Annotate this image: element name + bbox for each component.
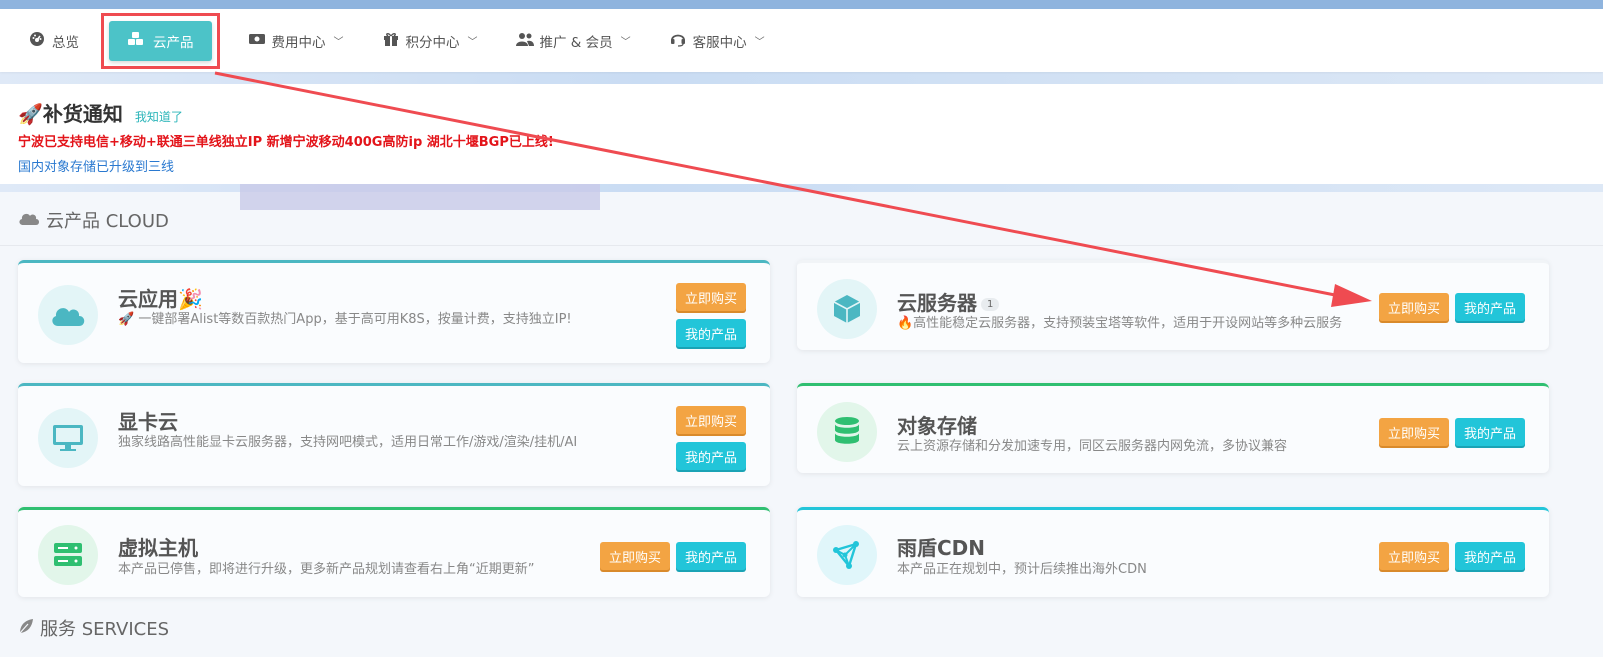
card-description: 🚀 一键部署Alist等数百款热门App，基于高可用K8S，按量计费，支持独立I…	[118, 312, 572, 327]
card-title: 雨盾CDN	[897, 536, 986, 560]
nav-item-overview[interactable]: 总览	[18, 21, 89, 61]
product-card-object-storage: 对象存储 云上资源存储和分发加速专用，同区云服务器内网免流，多协议兼容 立即购买…	[797, 383, 1549, 473]
database-icon	[817, 402, 877, 462]
card-title: 云应用🎉	[118, 287, 203, 311]
chevron-down-icon: ﹀	[333, 37, 344, 48]
monitor-icon	[38, 408, 98, 468]
chevron-down-icon: ﹀	[467, 37, 478, 48]
buy-now-button[interactable]: 立即购买	[1379, 418, 1449, 446]
chevron-down-icon: ﹀	[620, 37, 631, 48]
cloud-icon	[38, 285, 98, 345]
notice-line-secondary: 国内对象存储已升级到三线	[18, 160, 175, 175]
chevron-down-icon: ﹀	[754, 37, 765, 48]
cloud-icon	[18, 210, 40, 231]
card-title: 云服务器 1	[897, 287, 1000, 316]
count-badge: 1	[981, 298, 1000, 311]
nav-item-support[interactable]: 客服中心 ﹀	[659, 21, 775, 61]
my-products-button[interactable]: 我的产品	[676, 542, 746, 570]
product-card-gpu-cloud: 显卡云 独家线路高性能显卡云服务器，支持网吧模式，适用日常工作/游戏/渲染/挂机…	[18, 383, 770, 486]
money-icon	[248, 32, 266, 50]
card-description: 🔥高性能稳定云服务器，支持预装宝塔等软件，适用于开设网站等多种云服务	[897, 316, 1343, 331]
card-description: 云上资源存储和分发加速专用，同区云服务器内网免流，多协议兼容	[897, 439, 1288, 454]
my-products-button[interactable]: 我的产品	[676, 442, 746, 470]
nav-item-points[interactable]: 积分中心 ﹀	[372, 21, 488, 61]
my-products-button[interactable]: 我的产品	[1455, 293, 1525, 321]
card-description: 独家线路高性能显卡云服务器，支持网吧模式，适用日常工作/游戏/渲染/挂机/AI	[118, 435, 578, 450]
nav-item-label: 客服中心	[692, 34, 747, 51]
gift-icon	[382, 31, 400, 51]
card-title: 对象存储	[897, 414, 977, 438]
section-header-cloud: 云产品 CLOUD	[18, 207, 169, 233]
nav-item-billing[interactable]: 费用中心 ﹀	[238, 21, 354, 61]
leaf-icon	[18, 618, 34, 639]
product-card-virtual-host: 虚拟主机 本产品已停售，即将进行升级，更多新产品规划请查看右上角“近期更新” 立…	[18, 507, 770, 597]
cubes-icon	[127, 31, 145, 51]
nav-item-cloud-products[interactable]: 云产品	[109, 20, 212, 61]
product-card-cloud-app: 云应用🎉 🚀 一键部署Alist等数百款热门App，基于高可用K8S，按量计费，…	[18, 260, 770, 363]
my-products-button[interactable]: 我的产品	[1455, 418, 1525, 446]
nav-item-label: 费用中心	[271, 34, 326, 51]
dashboard-icon	[28, 31, 46, 51]
my-products-button[interactable]: 我的产品	[1455, 542, 1525, 570]
nav-item-label: 积分中心	[405, 34, 460, 51]
headset-icon	[669, 31, 687, 51]
users-icon	[515, 31, 534, 51]
nav-item-label: 云产品	[153, 34, 194, 51]
notice-title: 🚀补货通知	[18, 102, 123, 126]
nav-item-label: 总览	[52, 34, 79, 51]
cube-icon	[817, 279, 877, 339]
nav-item-label: 推广 & 会员	[539, 34, 613, 51]
section-header-services: 服务 SERVICES	[18, 615, 169, 641]
buy-now-button[interactable]: 立即购买	[600, 542, 670, 570]
buy-now-button[interactable]: 立即购买	[1379, 293, 1449, 321]
card-description: 本产品已停售，即将进行升级，更多新产品规划请查看右上角“近期更新”	[118, 562, 535, 577]
top-nav: 总览 云产品 费用中心 ﹀ 积分中心 ﹀ 推广 & 会员 ﹀ 客服中心 ﹀	[0, 9, 1603, 72]
section-title: 云产品 CLOUD	[46, 211, 169, 232]
buy-now-button[interactable]: 立即购买	[676, 406, 746, 434]
card-description: 本产品正在规划中，预计后续推出海外CDN	[897, 562, 1147, 577]
nav-highlight-box: 云产品	[101, 12, 220, 69]
buy-now-button[interactable]: 立即购买	[1379, 542, 1449, 570]
card-title: 虚拟主机	[118, 536, 198, 560]
section-divider	[0, 245, 1603, 246]
restock-notice: 🚀补货通知 我知道了 宁波已支持电信+移动+联通三单线独立IP 新增宁波移动40…	[0, 84, 1603, 184]
product-card-cloud-server: 云服务器 1 🔥高性能稳定云服务器，支持预装宝塔等软件，适用于开设网站等多种云服务…	[797, 260, 1549, 350]
section-title: 服务 SERVICES	[40, 619, 170, 640]
buy-now-button[interactable]: 立即购买	[676, 283, 746, 311]
nav-item-promotion[interactable]: 推广 & 会员 ﹀	[506, 21, 641, 61]
notice-dismiss-link[interactable]: 我知道了	[135, 108, 183, 125]
card-title: 显卡云	[118, 410, 178, 434]
my-products-button[interactable]: 我的产品	[676, 319, 746, 347]
card-title-text: 云服务器	[897, 291, 977, 315]
product-card-cdn: 雨盾CDN 本产品正在规划中，预计后续推出海外CDN 立即购买 我的产品	[797, 507, 1549, 597]
notice-line-primary: 宁波已支持电信+移动+联通三单线独立IP 新增宁波移动400G高防ip 湖北十堰…	[18, 135, 554, 150]
network-nodes-icon	[817, 525, 877, 585]
server-icon	[38, 525, 98, 585]
